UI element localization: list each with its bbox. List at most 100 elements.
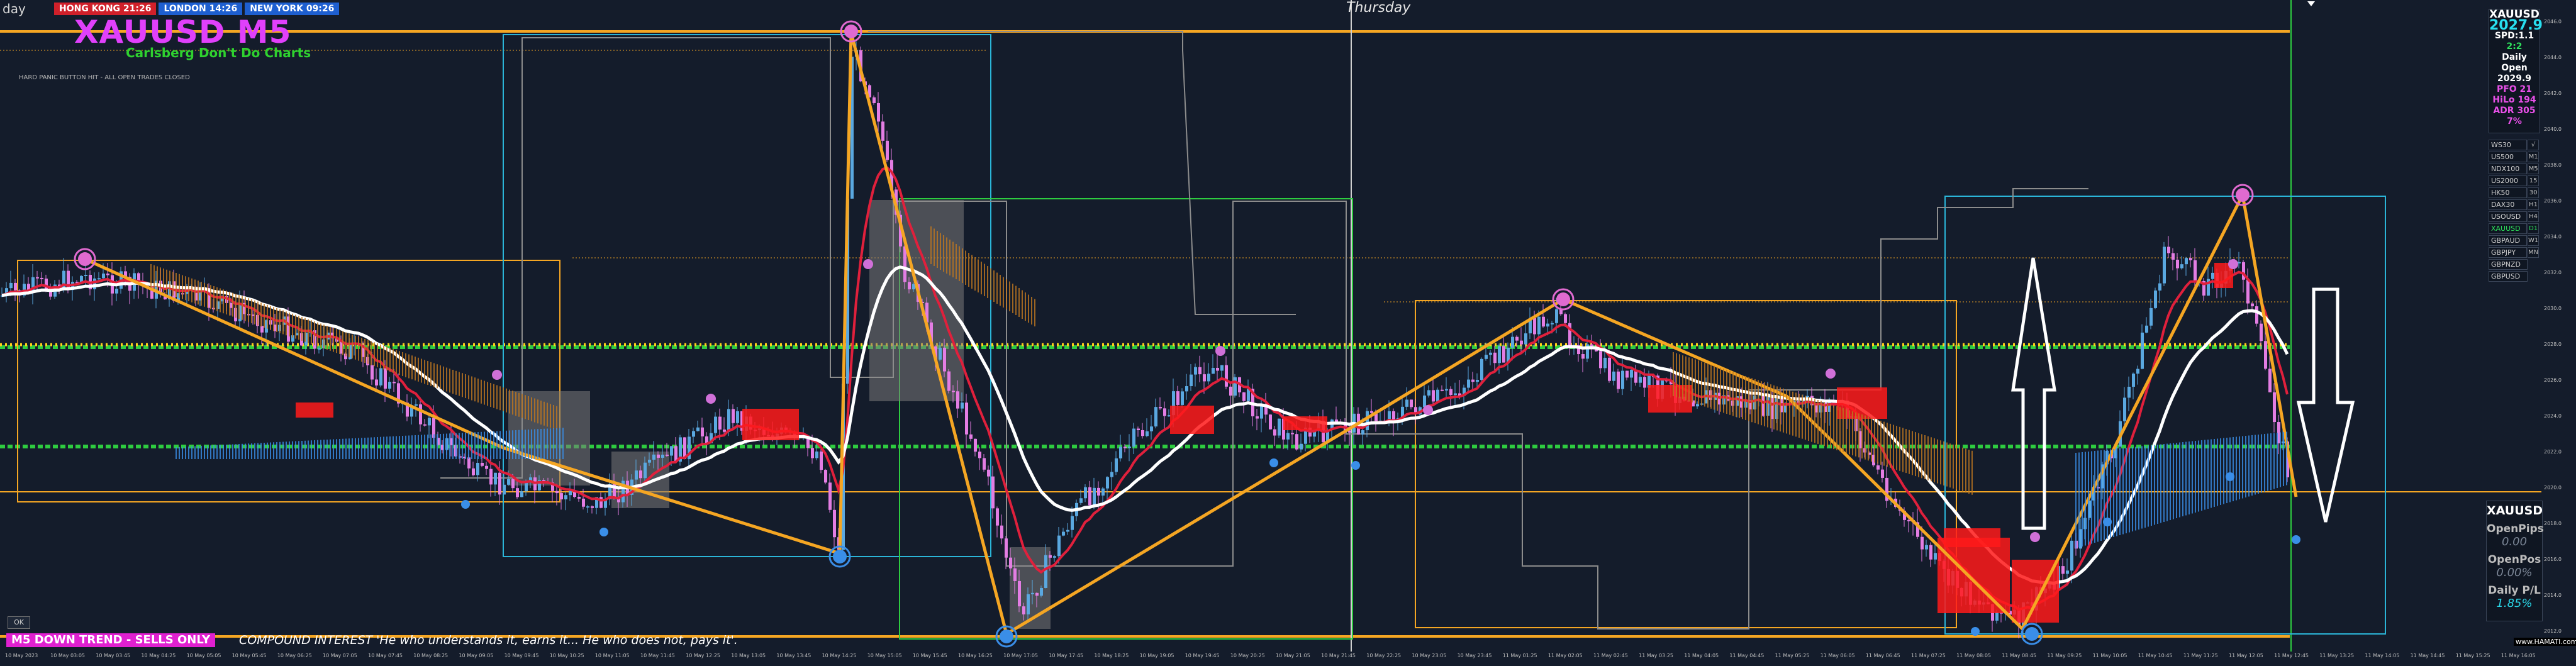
symbol-button[interactable]: GBPNZD xyxy=(2489,259,2528,270)
candle-body xyxy=(1502,346,1505,363)
candle-body xyxy=(582,498,585,507)
candle-body xyxy=(1441,389,1444,391)
time-tick: 10 May 11:45 xyxy=(640,653,675,658)
symbol-row: US500 M1 xyxy=(2489,152,2539,162)
candle-body xyxy=(1044,555,1047,588)
time-tick: 11 May 12:45 xyxy=(2274,653,2309,658)
symbol-button[interactable]: NDX100 xyxy=(2489,164,2528,174)
candle-body xyxy=(1881,469,1884,478)
candle-body xyxy=(1432,390,1435,402)
candle-body xyxy=(14,282,17,291)
time-tick: 11 May 10:05 xyxy=(2092,653,2127,658)
symbol-button[interactable]: GBPJPY xyxy=(2489,247,2527,258)
signal-dot xyxy=(1215,346,1225,356)
time-tick: 11 May 13:25 xyxy=(2319,653,2355,658)
trend-banner: M5 DOWN TREND - SELLS ONLY xyxy=(6,633,216,647)
open-pips-value: 0.00 xyxy=(2501,535,2528,548)
timeframe-button[interactable]: W1 xyxy=(2528,235,2539,246)
price-chart[interactable] xyxy=(0,0,2576,666)
time-tick: 10 May 12:25 xyxy=(686,653,720,658)
time-axis: 10 May 2023 10 May 03:05 10 May 03:45 10 Ma… xyxy=(0,652,2576,666)
candle-body xyxy=(1542,316,1545,327)
candle-body xyxy=(644,462,647,479)
candle-body xyxy=(727,409,730,432)
symbol-row: GBPUSD xyxy=(2489,271,2539,282)
candle-body xyxy=(1040,587,1043,596)
candle-body xyxy=(908,282,911,290)
symbol-button[interactable]: GBPAUD xyxy=(2489,235,2527,246)
price-tick: 2016.0 xyxy=(2544,557,2562,562)
symbol-button[interactable]: USOUSD xyxy=(2489,211,2528,222)
candle-body xyxy=(1929,545,1932,560)
timeframe-button[interactable]: M5 xyxy=(2528,164,2539,174)
time-tick: 10 May 21:05 xyxy=(1276,653,1310,658)
candle-body xyxy=(1000,525,1003,539)
candle-body xyxy=(1022,606,1025,614)
candle-body xyxy=(1181,391,1184,405)
symbol-button[interactable]: US500 xyxy=(2489,152,2528,162)
timeframe-button[interactable]: H4 xyxy=(2528,211,2539,222)
candle-body xyxy=(1925,545,1928,550)
ok-button[interactable]: OK xyxy=(8,616,30,629)
candle-body xyxy=(996,508,999,526)
candle-body xyxy=(639,470,642,479)
time-tick: 11 May 02:05 xyxy=(1547,653,1583,658)
candle-body xyxy=(36,277,39,279)
candle-body xyxy=(1410,399,1413,408)
candle-body xyxy=(569,491,572,496)
candle-body xyxy=(1018,580,1021,607)
timeframe-button[interactable]: D1 xyxy=(2528,223,2539,234)
signal-dot xyxy=(1269,458,1278,467)
time-tick: 11 May 01:25 xyxy=(1502,653,1537,658)
timeframe-button[interactable]: M1 xyxy=(2528,152,2539,162)
swing-marker xyxy=(1556,292,1570,306)
timeframe-button[interactable]: H1 xyxy=(2528,199,2539,210)
panic-note: HARD PANIC BUTTON HIT - ALL OPEN TRADES … xyxy=(19,74,190,81)
price-tick: 2020.0 xyxy=(2544,485,2562,491)
supply-zone xyxy=(1837,387,1887,419)
candle-body xyxy=(1445,389,1448,391)
symbol-row: WS30 √ xyxy=(2489,140,2539,150)
price-tick: 2040.0 xyxy=(2544,126,2562,132)
candle-body xyxy=(983,458,986,470)
symbol-switcher: WS30 √ US500 M1 NDX100 M5 US2000 15 HK50 30 DAX30 H… xyxy=(2489,140,2539,283)
symbol-button[interactable]: HK50 xyxy=(2489,187,2528,198)
candle-body xyxy=(820,451,823,470)
candle-body xyxy=(1216,367,1219,371)
candle-body xyxy=(489,469,493,485)
candle-body xyxy=(1405,399,1408,407)
candle-body xyxy=(84,275,87,277)
candle-body xyxy=(1101,488,1105,496)
candle-body xyxy=(1480,358,1483,380)
symbol-button[interactable]: GBPUSD xyxy=(2489,271,2528,282)
timeframe-button[interactable]: 30 xyxy=(2528,187,2539,198)
time-tick: 11 May 03:25 xyxy=(1639,653,1673,658)
timeframe-button[interactable]: √ xyxy=(2528,140,2539,150)
symbol-button[interactable]: WS30 xyxy=(2489,140,2528,150)
scroll-marker-icon xyxy=(2307,1,2315,6)
candle-body xyxy=(1062,531,1065,536)
pl-panel: XAUUSD OpenPips 0.00 OpenPos 0.00% Daily… xyxy=(2486,501,2544,621)
time-tick: 11 May 08:45 xyxy=(2002,653,2037,658)
candle-body xyxy=(2185,258,2188,265)
candle-body xyxy=(485,465,488,469)
timeframe-button[interactable]: 15 xyxy=(2528,175,2539,186)
time-tick: 10 May 09:45 xyxy=(504,653,539,658)
symbol-button[interactable]: XAUUSD xyxy=(2489,223,2528,234)
symbol-button[interactable]: DAX30 xyxy=(2489,199,2528,210)
quote-text: COMPOUND INTEREST 'He who understands it… xyxy=(239,633,738,647)
candle-body xyxy=(2154,290,2157,308)
info-row: ADR 305 xyxy=(2493,106,2536,116)
symbol-button[interactable]: US2000 xyxy=(2489,175,2528,186)
candle-body xyxy=(943,347,946,372)
price-tick: 2034.0 xyxy=(2544,234,2562,240)
timeframe-button[interactable]: MN xyxy=(2528,247,2539,258)
candle-body xyxy=(2264,341,2267,369)
candle-body xyxy=(1154,407,1157,427)
daily-pl-label: Daily P/L xyxy=(2488,584,2541,597)
candle-body xyxy=(1643,377,1646,388)
candle-body xyxy=(1124,447,1127,448)
candle-body xyxy=(98,278,101,280)
symbol-row: GBPNZD xyxy=(2489,259,2539,270)
time-tick: 10 May 04:25 xyxy=(141,653,176,658)
